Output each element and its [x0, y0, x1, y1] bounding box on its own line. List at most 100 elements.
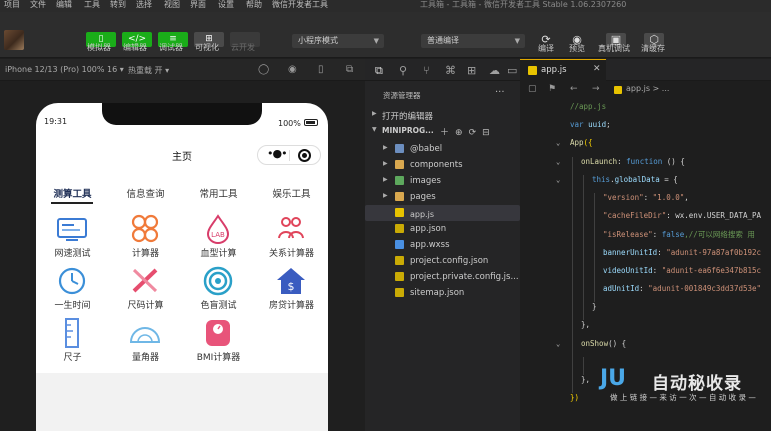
target-icon[interactable]: ◉: [288, 64, 297, 75]
file-row-images[interactable]: ▶ images: [365, 173, 520, 189]
editor-tab-label: app.js: [541, 65, 567, 75]
code-token: App: [570, 138, 584, 148]
refresh-icon[interactable]: ⟳: [469, 128, 483, 138]
folder-icon: [395, 160, 404, 169]
svg-text:LAB: LAB: [211, 231, 225, 239]
code-token: ;: [606, 120, 611, 130]
code-token: ({: [583, 138, 593, 148]
code-token: ,: [684, 193, 689, 202]
cloud-icon[interactable]: ☁: [489, 64, 500, 77]
forward-icon[interactable]: →: [592, 84, 600, 94]
menu-item-devtools[interactable]: 微信开发者工具: [272, 0, 328, 10]
indent-guide: [572, 302, 573, 321]
tool-label: 血型计算: [200, 249, 237, 259]
file-row-project-private-config[interactable]: project.private.config.js...: [365, 269, 520, 285]
fold-chevron-icon[interactable]: ⌄: [556, 158, 560, 166]
indent-guide: [572, 247, 573, 266]
tab-fun-tools[interactable]: 娱乐工具: [255, 186, 328, 200]
terminal-icon[interactable]: ▭: [507, 64, 517, 77]
file-row-pages[interactable]: ▶ pages: [365, 189, 520, 205]
menu-item-file[interactable]: 文件: [30, 0, 46, 10]
code-token: onLaunch: [581, 156, 618, 166]
file-name: project.config.json: [410, 256, 489, 266]
files-icon[interactable]: ⧉: [375, 64, 383, 78]
user-avatar[interactable]: [4, 30, 24, 50]
compile-select[interactable]: 普通编译 ▼: [421, 34, 525, 48]
phone-rotate-icon[interactable]: ▯: [318, 64, 324, 75]
menu-item-goto[interactable]: 转到: [110, 0, 126, 10]
file-row-components[interactable]: ▶ components: [365, 157, 520, 173]
watermark-subtitle: 做 上 链 接 — 来 访 一 次 — 自 动 收 录 —: [610, 393, 756, 402]
code-line: var uuid;: [570, 120, 611, 129]
fold-chevron-icon[interactable]: ⌄: [556, 139, 560, 147]
preview-label: 预览: [569, 44, 585, 53]
menu-item-select[interactable]: 选择: [136, 0, 152, 10]
menu-item-edit[interactable]: 编辑: [56, 0, 72, 10]
fold-chevron-icon[interactable]: ⌄: [556, 176, 560, 184]
more-icon[interactable]: •●•: [267, 147, 288, 160]
close-mini-program-icon[interactable]: [298, 149, 311, 162]
file-name: sitemap.json: [410, 288, 465, 298]
menu-item-interface[interactable]: 界面: [190, 0, 206, 10]
tool-label: 量角器: [131, 353, 159, 363]
menu-item-help[interactable]: 帮助: [246, 0, 262, 10]
file-name: app.wxss: [410, 240, 450, 250]
menu-item-settings[interactable]: 设置: [218, 0, 234, 10]
source-control-icon[interactable]: ⑂: [423, 64, 430, 77]
menu-item-view[interactable]: 视图: [164, 0, 180, 10]
js-file-icon: [614, 86, 622, 94]
close-icon[interactable]: ✕: [593, 64, 601, 74]
file-row-sitemap[interactable]: sitemap.json: [365, 285, 520, 301]
code-token: :: [652, 265, 662, 275]
code-token: :: [652, 230, 662, 240]
page-bottom-area: [36, 373, 328, 431]
popout-icon[interactable]: ⧉: [346, 64, 353, 75]
code-token: //app.js: [570, 102, 607, 111]
extensions-icon[interactable]: ⊞: [467, 64, 476, 77]
indent-guide: [583, 229, 584, 248]
editor-tab-app-js[interactable]: app.js ✕: [520, 59, 606, 81]
main-toolbar: ▯ </> ≡ ⊞ 模拟器 编辑器 调试器 可视化 云开发 小程序模式 ▼ 普通…: [0, 12, 771, 58]
back-icon[interactable]: ←: [570, 84, 578, 94]
code-token: ,//可以网络搜索 用: [684, 230, 755, 240]
indent-guide: [583, 302, 584, 321]
menu-item-tools[interactable]: 工具: [84, 0, 100, 10]
search-icon[interactable]: ⚲: [399, 64, 407, 77]
window-title: 工具箱 - 工具箱 - 微信开发者工具 Stable 1.06.2307260: [420, 0, 627, 9]
tab-calculation-tools[interactable]: 测算工具: [36, 186, 109, 200]
new-file-icon[interactable]: ＋: [440, 128, 455, 138]
code-token: function: [626, 156, 663, 166]
code-token: videoUnitId: [603, 265, 653, 275]
open-editors-section[interactable]: ▶ 打开的编辑器: [365, 107, 520, 123]
indent-guide: [572, 356, 573, 375]
explorer-actions: ＋⊕⟳⊟: [440, 125, 496, 138]
debug-run-icon[interactable]: ⌘: [445, 64, 456, 77]
split-editor-icon[interactable]: ▢: [528, 84, 537, 94]
fold-chevron-icon[interactable]: ⌄: [556, 340, 560, 348]
simulator-bar: iPhone 12/13 (Pro) 100% 16 ▾ 热重载 开 ▾ ◯ ◉…: [0, 59, 365, 81]
code-line: //app.js: [570, 102, 606, 111]
json-file-icon: [395, 272, 404, 281]
tab-common-tools[interactable]: 常用工具: [182, 186, 255, 200]
mode-select[interactable]: 小程序模式 ▼: [292, 34, 384, 48]
code-line: App({: [570, 138, 593, 147]
device-select[interactable]: iPhone 12/13 (Pro) 100% 16 ▾: [5, 65, 124, 74]
file-row-project-config[interactable]: project.config.json: [365, 253, 520, 269]
watermark: JU 自动秘收录 做 上 链 接 — 来 访 一 次 — 自 动 收 录 —: [596, 360, 760, 408]
file-row-app-json[interactable]: app.json: [365, 221, 520, 237]
file-row-app-js[interactable]: app.js: [365, 205, 520, 221]
collapse-icon[interactable]: ⊟: [482, 128, 496, 138]
record-icon[interactable]: ◯: [258, 64, 269, 75]
menu-item-project[interactable]: 项目: [4, 0, 20, 10]
code-token: "cacheFileDir": [603, 211, 667, 221]
tab-info-query[interactable]: 信息查询: [109, 186, 182, 200]
bookmark-icon[interactable]: ⚑: [548, 84, 556, 94]
indent-guide: [583, 174, 584, 193]
hot-reload-select[interactable]: 热重载 开 ▾: [128, 65, 169, 76]
capsule-divider: [289, 150, 290, 161]
more-actions-icon[interactable]: ···: [495, 87, 505, 98]
code-line: bannerUnitId: "adunit-97a87af0b192c: [603, 248, 761, 257]
file-row-babel[interactable]: ▶ @babel: [365, 141, 520, 157]
new-folder-icon[interactable]: ⊕: [455, 128, 469, 138]
file-row-app-wxss[interactable]: app.wxss: [365, 237, 520, 253]
